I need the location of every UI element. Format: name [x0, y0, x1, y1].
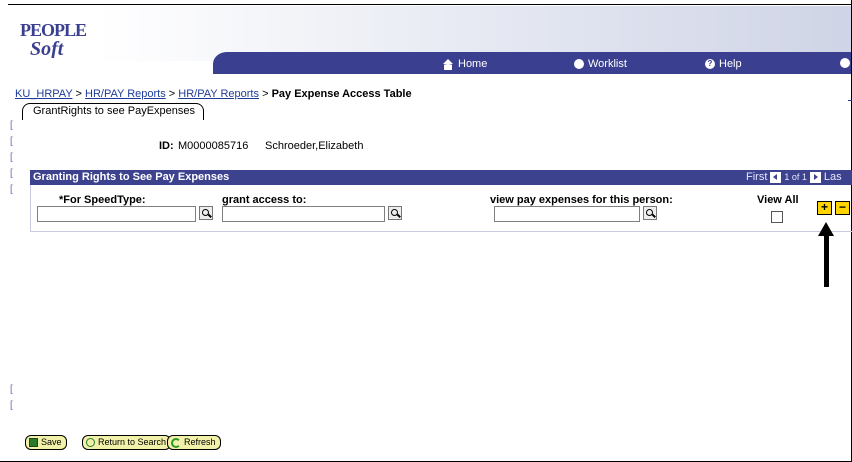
tab-grant-rights[interactable]: GrantRights to see PayExpenses — [22, 103, 205, 120]
nav-bar — [213, 52, 851, 74]
grid-header: Granting Rights to See Pay Expenses Firs… — [30, 170, 852, 185]
col-grant-access: grant access to: — [222, 194, 307, 206]
grant-access-input[interactable] — [222, 206, 385, 222]
header: PEOPLE Soft Home Worklist ? Help — [8, 6, 851, 76]
breadcrumb-link-hrpay-reports[interactable]: HR/PAY Reports — [85, 88, 166, 100]
page-title: Pay Expense Access Table — [271, 88, 412, 100]
save-label: Save — [41, 437, 62, 447]
margin-bracket: [ — [10, 168, 13, 179]
nav-worklist-label: Worklist — [588, 58, 627, 70]
logout-icon — [840, 58, 850, 68]
search-icon — [86, 438, 95, 447]
nav-home[interactable]: Home — [442, 58, 487, 70]
person-lookup-icon[interactable] — [643, 206, 657, 220]
home-icon — [442, 59, 454, 70]
breadcrumb: KU_HRPAY > HR/PAY Reports > HR/PAY Repor… — [15, 88, 412, 100]
speedtype-input[interactable] — [37, 206, 196, 222]
grid-title: Granting Rights to See Pay Expenses — [33, 171, 230, 183]
id-value: M0000085716 — [178, 140, 249, 152]
grid-last-link[interactable]: Las — [824, 171, 842, 183]
return-to-search-label: Return to Search — [98, 437, 167, 447]
top-border — [8, 4, 851, 5]
breadcrumb-separator: > — [168, 88, 176, 100]
margin-bracket: [ — [10, 120, 13, 131]
person-input[interactable] — [494, 206, 640, 222]
grid-navigation: First 1 of 1 Las — [746, 171, 842, 183]
refresh-label: Refresh — [184, 437, 216, 447]
edge-link[interactable] — [848, 88, 852, 101]
margin-bracket: [ — [10, 400, 13, 411]
breadcrumb-separator: > — [75, 88, 82, 100]
nav-logout[interactable] — [840, 58, 850, 68]
return-to-search-button[interactable]: Return to Search — [82, 435, 172, 450]
col-view-person: view pay expenses for this person: — [490, 194, 673, 206]
breadcrumb-separator: > — [262, 88, 269, 100]
svg-text:Soft: Soft — [30, 38, 65, 58]
employee-name: Schroeder,Elizabeth — [265, 140, 364, 152]
margin-bracket: [ — [10, 384, 13, 395]
previous-row-icon[interactable] — [770, 171, 782, 183]
nav-help-label: Help — [719, 58, 742, 70]
grant-access-lookup-icon[interactable] — [388, 206, 402, 220]
breadcrumb-link-hrpay-reports-2[interactable]: HR/PAY Reports — [178, 88, 259, 100]
col-speedtype: *For SpeedType: — [59, 194, 146, 206]
add-row-button[interactable]: + — [817, 201, 832, 215]
svg-text:PEOPLE: PEOPLE — [20, 20, 87, 40]
save-icon — [29, 438, 38, 447]
help-icon: ? — [705, 59, 715, 69]
col-view-all: View All — [757, 194, 799, 206]
save-button[interactable]: Save — [25, 435, 67, 450]
breadcrumb-link-ku-hrpay[interactable]: KU_HRPAY — [15, 88, 72, 100]
view-all-checkbox[interactable] — [771, 211, 783, 223]
margin-bracket: [ — [10, 152, 13, 163]
grid-row-count: 1 of 1 — [784, 172, 807, 182]
worklist-icon — [574, 59, 584, 69]
margin-bracket: [ — [10, 136, 13, 147]
nav-home-label: Home — [458, 58, 488, 70]
margin-bracket: [ — [10, 184, 13, 195]
refresh-icon — [171, 437, 181, 448]
pointer-arrow-shaft — [824, 234, 829, 287]
delete-row-button[interactable]: − — [835, 201, 850, 215]
speedtype-lookup-icon[interactable] — [199, 206, 213, 220]
id-label: ID: — [159, 140, 174, 152]
nav-worklist[interactable]: Worklist — [574, 58, 627, 70]
refresh-button[interactable]: Refresh — [167, 435, 221, 450]
next-row-icon[interactable] — [809, 171, 821, 183]
nav-help[interactable]: ? Help — [705, 58, 742, 70]
peoplesoft-logo: PEOPLE Soft — [20, 20, 88, 58]
grid-first-link[interactable]: First — [746, 171, 767, 183]
